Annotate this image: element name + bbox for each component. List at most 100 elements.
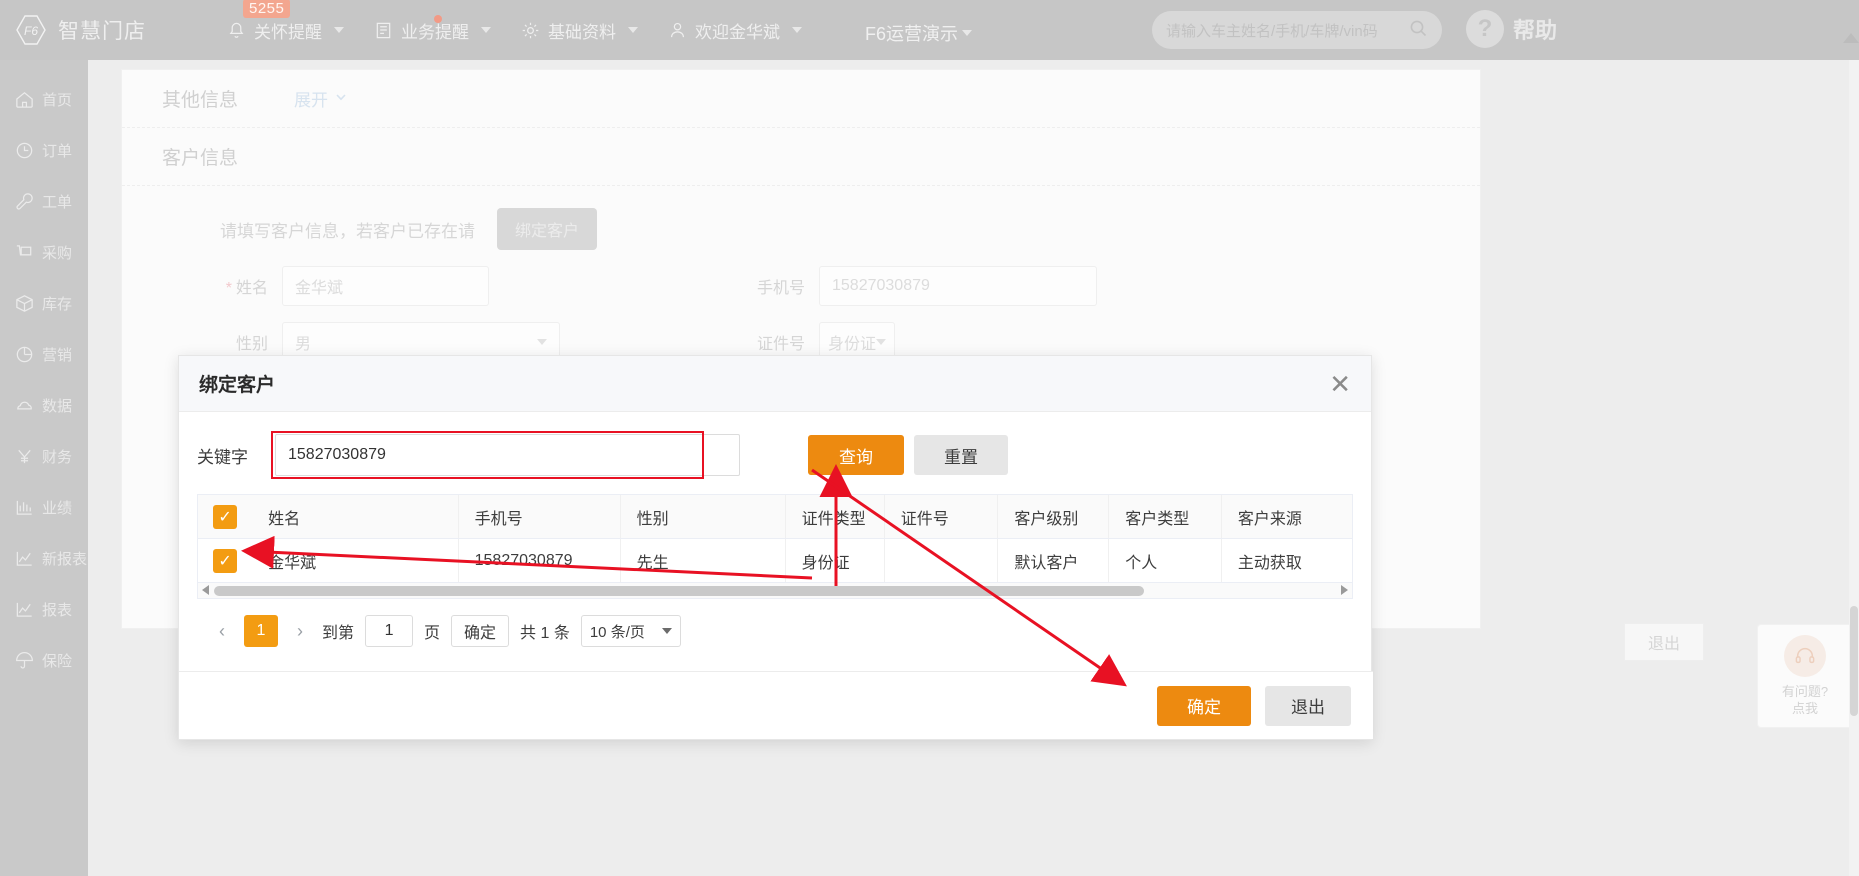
select-all-checkbox[interactable]: ✓ xyxy=(213,504,238,529)
customer-table: ✓ 姓名 手机号 性别 证件类型 证件号 客户级别 客户类型 客户来源 ✓ 金华… xyxy=(197,494,1353,583)
sidebar-label-new-reports: 新报表 xyxy=(42,551,88,568)
modal-body: 关键字 查询 重置 ✓ 姓名 手机号 性别 证件类型 证件号 客户级别 xyxy=(179,412,1371,647)
search-button[interactable]: 查询 xyxy=(808,435,904,475)
column-header-customer-source[interactable]: 客户来源 xyxy=(1222,495,1352,538)
nav-item-user-welcome[interactable]: 欢迎金华斌 xyxy=(668,18,802,43)
customer-info-section-header: 客户信息 xyxy=(122,128,1480,186)
page-scrollbar-track[interactable] xyxy=(1849,60,1859,876)
floating-help-widget[interactable]: 有问题? 点我 xyxy=(1757,624,1853,728)
sidebar-item-insurance[interactable]: 保险 xyxy=(0,635,88,686)
chevron-down-icon xyxy=(334,27,344,33)
sidebar-item-orders[interactable]: 订单 xyxy=(0,125,88,176)
sidebar-label-insurance: 保险 xyxy=(42,653,73,670)
pagination: ‹ 1 › 到第 页 确定 共 1 条 10 条/页 xyxy=(197,599,1353,647)
keyword-label: 关键字 xyxy=(197,447,248,467)
close-icon[interactable]: ✕ xyxy=(1329,371,1351,397)
sidebar-item-work-orders[interactable]: 工单 xyxy=(0,176,88,227)
goto-page-input[interactable] xyxy=(365,615,414,647)
column-header-id-number[interactable]: 证件号 xyxy=(885,495,999,538)
keyword-actions: 查询 重置 xyxy=(808,435,1008,475)
column-header-phone[interactable]: 手机号 xyxy=(459,495,621,538)
page-size-select[interactable]: 10 条/页 xyxy=(580,615,681,647)
store-selector[interactable]: F6运营演示 xyxy=(865,20,973,46)
sidebar-label-orders: 订单 xyxy=(42,143,73,160)
column-header-id-type[interactable]: 证件类型 xyxy=(786,495,885,538)
top-header-bar: F6 智慧门店 关怀提醒 5255 业务提醒 基础资料 欢迎金华斌 F6运营演示… xyxy=(0,0,1859,60)
sidebar-item-purchase[interactable]: 采购 xyxy=(0,227,88,278)
cell-customer-type: 个人 xyxy=(1109,539,1222,582)
sidebar-item-marketing[interactable]: 营销 xyxy=(0,329,88,380)
floating-help-line1: 有问题? xyxy=(1781,684,1829,699)
scroll-up-arrow-icon[interactable] xyxy=(1843,33,1859,43)
customer-info-title: 客户信息 xyxy=(162,148,239,169)
cell-gender: 先生 xyxy=(621,539,786,582)
sidebar-label-finance: 财务 xyxy=(42,449,73,466)
scroll-right-arrow-icon[interactable] xyxy=(1341,585,1348,595)
column-header-name[interactable]: 姓名 xyxy=(252,495,459,538)
bind-customer-button[interactable]: 绑定客户 xyxy=(497,208,598,250)
global-search-box[interactable]: 请输入车主姓名/手机/车牌/vin码 xyxy=(1152,11,1442,49)
name-label-text: 姓名 xyxy=(235,280,268,297)
table-scroll-thumb[interactable] xyxy=(214,586,1144,596)
gender-select-value: 男 xyxy=(295,336,312,353)
chevron-down-icon xyxy=(334,89,348,109)
nav-label-care-reminder: 关怀提醒 xyxy=(254,22,322,42)
chevron-right-icon[interactable]: › xyxy=(289,618,311,644)
keyword-input[interactable] xyxy=(275,434,740,476)
umbrella-icon xyxy=(14,650,35,671)
help-label: 帮助 xyxy=(1513,18,1558,43)
phone-input[interactable]: 15827030879 xyxy=(819,266,1097,306)
sidebar-item-home[interactable]: 首页 xyxy=(0,74,88,125)
chevron-down-icon xyxy=(537,339,547,345)
scroll-left-arrow-icon[interactable] xyxy=(202,585,209,595)
cart-icon xyxy=(14,242,35,263)
sidebar-item-inventory[interactable]: 库存 xyxy=(0,278,88,329)
row-checkbox-cell[interactable]: ✓ xyxy=(198,539,252,582)
column-header-customer-level[interactable]: 客户级别 xyxy=(998,495,1110,538)
expand-label: 展开 xyxy=(294,91,329,110)
chevron-down-icon xyxy=(962,30,973,36)
column-header-gender[interactable]: 性别 xyxy=(621,495,786,538)
goto-confirm-button[interactable]: 确定 xyxy=(451,615,510,647)
table-horizontal-scrollbar[interactable] xyxy=(197,583,1353,599)
brand-label: 智慧门店 xyxy=(58,20,146,43)
chevron-left-icon[interactable]: ‹ xyxy=(211,618,233,644)
sidebar-nav[interactable]: 首页 订单 工单 采购 库存 营销 数据 财务 业绩 新报表 报表 保险 xyxy=(0,60,88,876)
nav-item-care-reminder[interactable]: 关怀提醒 5255 xyxy=(227,0,344,43)
brand[interactable]: F6 智慧门店 xyxy=(14,13,189,47)
cell-customer-source: 主动获取 xyxy=(1237,554,1302,572)
table-row[interactable]: ✓ 金华斌 15827030879 先生 身份证 默认客户 个人 主动获取 xyxy=(198,539,1352,583)
modal-exit-button[interactable]: 退出 xyxy=(1265,685,1351,726)
line-chart-icon xyxy=(14,548,35,569)
nav-item-basic-data[interactable]: 基础资料 xyxy=(521,18,638,43)
business-reminder-dot xyxy=(434,14,442,23)
modal-confirm-button[interactable]: 确定 xyxy=(1157,685,1251,726)
column-header-customer-type[interactable]: 客户类型 xyxy=(1109,495,1222,538)
clock-icon xyxy=(14,140,35,161)
sidebar-label-inventory: 库存 xyxy=(42,296,73,313)
page-exit-button[interactable]: 退出 xyxy=(1624,623,1704,661)
line-chart-icon xyxy=(14,599,35,620)
sidebar-item-finance[interactable]: 财务 xyxy=(0,431,88,482)
modal-header: 绑定客户 ✕ xyxy=(179,356,1371,412)
sidebar-label-home: 首页 xyxy=(42,92,73,109)
name-field-label: * 姓名 xyxy=(122,274,282,298)
sidebar-label-data: 数据 xyxy=(42,398,73,415)
sidebar-item-reports[interactable]: 报表 xyxy=(0,584,88,635)
search-icon[interactable] xyxy=(1408,18,1428,42)
phone-field-label: 手机号 xyxy=(756,280,805,297)
sidebar-item-data[interactable]: 数据 xyxy=(0,380,88,431)
page-number-1[interactable]: 1 xyxy=(244,615,278,647)
page-scrollbar-thumb[interactable] xyxy=(1850,606,1858,716)
cell-id-number xyxy=(885,539,999,582)
cell-customer-level: 默认客户 xyxy=(998,539,1110,582)
select-all-checkbox-cell[interactable]: ✓ xyxy=(198,495,252,538)
sidebar-item-performance[interactable]: 业绩 xyxy=(0,482,88,533)
name-input[interactable]: 金华斌 xyxy=(282,266,489,306)
row-checkbox[interactable]: ✓ xyxy=(213,548,238,573)
nav-item-business-reminder[interactable]: 业务提醒 xyxy=(374,14,491,43)
expand-toggle[interactable]: 展开 xyxy=(294,86,348,111)
sidebar-item-new-reports[interactable]: 新报表 xyxy=(0,533,88,584)
help-entry[interactable]: ? 帮助 xyxy=(1466,10,1557,48)
reset-button[interactable]: 重置 xyxy=(914,435,1008,475)
